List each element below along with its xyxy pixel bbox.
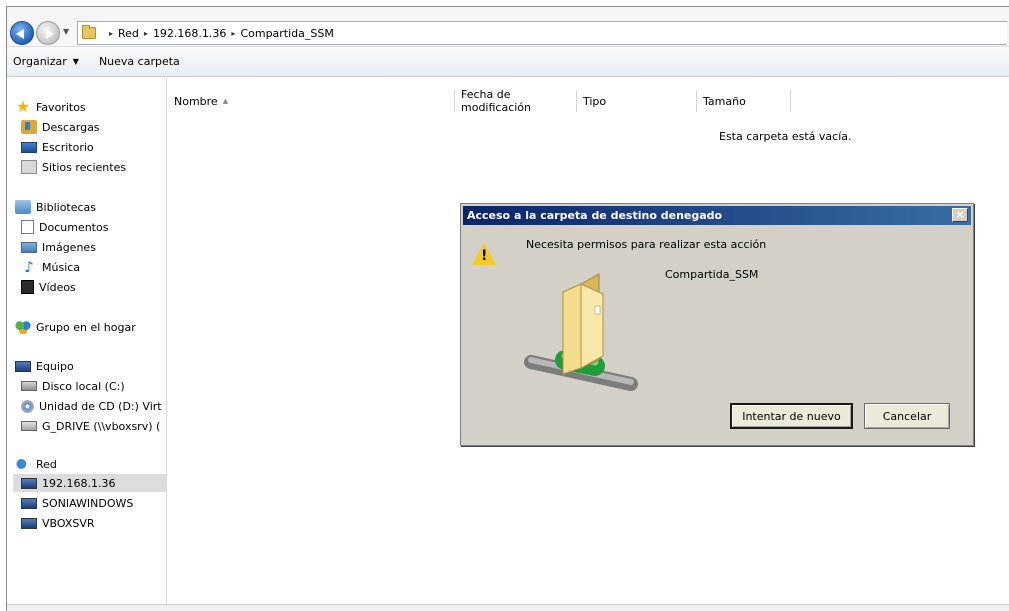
nav-item-local-disk[interactable]: Disco local (C:) bbox=[21, 377, 125, 395]
chevron-right-icon[interactable]: ▸ bbox=[144, 29, 148, 38]
cancel-label: Cancelar bbox=[882, 409, 932, 423]
desktop-icon bbox=[21, 141, 37, 153]
chevron-down-icon: ▼ bbox=[72, 57, 79, 66]
breadcrumb: ▸ Red ▸ 192.168.1.36 ▸ Compartida_SSM bbox=[104, 27, 334, 40]
cd-drive-icon bbox=[21, 399, 34, 413]
nav-item-recent[interactable]: Sitios recientes bbox=[21, 158, 126, 176]
network-computer-icon bbox=[21, 517, 37, 529]
organize-button[interactable]: Organizar ▼ bbox=[13, 55, 79, 68]
nav-label: Descargas bbox=[42, 120, 100, 134]
nav-item-videos[interactable]: Vídeos bbox=[21, 278, 76, 296]
nav-item-host-192-168-1-36[interactable]: 192.168.1.36 bbox=[13, 474, 166, 492]
empty-folder-message: Esta carpeta está vacía. bbox=[719, 130, 852, 143]
dialog-title-bar[interactable]: Acceso a la carpeta de destino denegado … bbox=[463, 206, 971, 225]
breadcrumb-item[interactable]: Compartida_SSM bbox=[240, 27, 333, 40]
breadcrumb-item[interactable]: 192.168.1.36 bbox=[153, 27, 226, 40]
dialog-title: Acceso a la carpeta de destino denegado bbox=[467, 209, 723, 222]
nav-item-cd-drive[interactable]: Unidad de CD (D:) Virt bbox=[21, 397, 162, 415]
forward-button[interactable] bbox=[36, 21, 60, 45]
cancel-button[interactable]: Cancelar bbox=[864, 403, 950, 429]
recent-pages-dropdown[interactable]: ▼ bbox=[63, 27, 69, 36]
address-bar[interactable]: ▸ Red ▸ 192.168.1.36 ▸ Compartida_SSM bbox=[77, 21, 1007, 45]
music-note-icon: ♪ bbox=[24, 258, 34, 276]
nav-item-network-drive[interactable]: G_DRIVE (\\vboxsrv) ( bbox=[21, 417, 160, 435]
nav-label: Equipo bbox=[36, 359, 74, 373]
column-label: Fecha de modificación bbox=[461, 88, 532, 114]
column-label: Tipo bbox=[583, 94, 607, 108]
breadcrumb-item[interactable]: Red bbox=[118, 27, 139, 40]
nav-item-documents[interactable]: Documentos bbox=[21, 218, 108, 236]
homegroup-icon bbox=[15, 320, 31, 334]
nav-item-music[interactable]: ♪ Música bbox=[21, 258, 80, 276]
command-bar: Organizar ▼ Nueva carpeta bbox=[7, 47, 1009, 77]
document-icon bbox=[21, 220, 34, 234]
nav-libraries[interactable]: Bibliotecas bbox=[15, 198, 96, 216]
network-drive-icon bbox=[21, 421, 37, 431]
address-row: ▼ ▸ Red ▸ 192.168.1.36 ▸ Compartida_SSM bbox=[7, 7, 1009, 47]
nav-label: G_DRIVE (\\vboxsrv) ( bbox=[42, 419, 161, 433]
nav-label: Documentos bbox=[39, 220, 109, 234]
library-icon bbox=[15, 200, 31, 214]
nav-favorites[interactable]: ★ Favoritos bbox=[15, 98, 86, 116]
hard-disk-icon bbox=[21, 381, 37, 391]
column-header-size[interactable]: Tamaño bbox=[697, 90, 791, 112]
downloads-folder-icon bbox=[21, 120, 37, 134]
nav-network[interactable]: Red bbox=[15, 455, 57, 473]
column-header-date[interactable]: Fecha de modificación bbox=[455, 88, 577, 114]
sort-ascending-icon: ▲ bbox=[222, 97, 229, 105]
network-computer-icon bbox=[21, 477, 37, 489]
network-icon bbox=[15, 457, 31, 471]
status-bar bbox=[7, 604, 1009, 611]
access-denied-dialog: Acceso a la carpeta de destino denegado … bbox=[460, 203, 974, 446]
column-header-name[interactable]: Nombre ▲ bbox=[168, 90, 455, 112]
star-icon: ★ bbox=[15, 97, 31, 116]
nav-label: 192.168.1.36 bbox=[42, 476, 116, 490]
nav-label: SONIAWINDOWS bbox=[42, 496, 134, 510]
nav-item-vboxsvr[interactable]: VBOXSVR bbox=[21, 514, 95, 532]
folder-icon bbox=[82, 25, 96, 39]
nav-homegroup[interactable]: Grupo en el hogar bbox=[15, 318, 136, 336]
nav-label: Escritorio bbox=[42, 140, 94, 154]
computer-icon bbox=[15, 360, 31, 372]
warning-exclamation: ! bbox=[481, 248, 488, 264]
navigation-pane[interactable]: ★ Favoritos Descargas Escritorio Sitios … bbox=[7, 78, 167, 611]
network-folder-illustration bbox=[524, 273, 638, 391]
nav-label: Bibliotecas bbox=[36, 200, 97, 214]
dialog-message: Necesita permisos para realizar esta acc… bbox=[526, 238, 767, 251]
folder-icon bbox=[562, 273, 604, 375]
new-folder-label: Nueva carpeta bbox=[98, 55, 180, 68]
column-header-type[interactable]: Tipo bbox=[577, 90, 697, 112]
nav-label: Música bbox=[42, 260, 81, 274]
nav-label: Favoritos bbox=[36, 100, 86, 114]
retry-label: Intentar de nuevo bbox=[742, 409, 841, 423]
nav-item-images[interactable]: Imágenes bbox=[21, 238, 96, 256]
nav-item-soniawindows[interactable]: SONIAWINDOWS bbox=[21, 494, 133, 512]
nav-item-desktop[interactable]: Escritorio bbox=[21, 138, 94, 156]
nav-label: Imágenes bbox=[42, 240, 96, 254]
network-computer-icon bbox=[21, 497, 37, 509]
chevron-right-icon[interactable]: ▸ bbox=[231, 29, 235, 38]
retry-button[interactable]: Intentar de nuevo bbox=[730, 403, 853, 429]
new-folder-button[interactable]: Nueva carpeta bbox=[99, 55, 180, 68]
nav-label: Vídeos bbox=[39, 280, 76, 294]
recent-places-icon bbox=[21, 160, 37, 174]
pictures-icon bbox=[21, 241, 37, 253]
nav-item-downloads[interactable]: Descargas bbox=[21, 118, 100, 136]
close-button[interactable]: × bbox=[952, 208, 968, 222]
nav-computer[interactable]: Equipo bbox=[15, 357, 74, 375]
nav-label: Red bbox=[36, 457, 57, 471]
back-button[interactable] bbox=[10, 21, 34, 45]
nav-label: Disco local (C:) bbox=[42, 379, 125, 393]
close-icon: × bbox=[955, 208, 965, 221]
target-folder-name: Compartida_SSM bbox=[665, 268, 759, 281]
column-label: Nombre bbox=[174, 94, 218, 108]
nav-label: VBOXSVR bbox=[42, 516, 95, 530]
film-icon bbox=[21, 280, 34, 294]
chevron-right-icon[interactable]: ▸ bbox=[109, 29, 113, 38]
nav-label: Unidad de CD (D:) Virt bbox=[39, 399, 162, 413]
organize-label: Organizar bbox=[13, 55, 67, 68]
nav-label: Grupo en el hogar bbox=[36, 320, 136, 334]
column-label: Tamaño bbox=[703, 94, 746, 108]
nav-label: Sitios recientes bbox=[42, 160, 127, 174]
